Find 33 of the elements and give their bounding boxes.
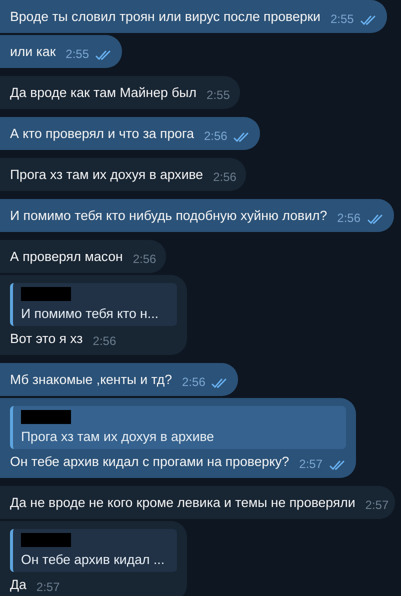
message-time: 2:55 <box>330 11 354 28</box>
redaction-block <box>21 410 71 424</box>
message-time: 2:56 <box>132 251 156 268</box>
message-time: 2:56 <box>204 128 228 145</box>
message-text: Вот это я хз <box>10 330 83 347</box>
quoted-text: Он тебе архив кидал ... <box>21 551 166 568</box>
message-text: И помимо тебя кто нибудь подобную хуйню ловил? <box>10 207 328 224</box>
message-time: 2:56 <box>337 210 361 227</box>
message-time: 2:55 <box>206 87 230 104</box>
message-time: 2:56 <box>92 333 116 350</box>
message-text: Да вроде как там Майнер был <box>10 84 197 101</box>
message-text: А кто проверял и что за прога <box>10 125 194 142</box>
message-text: А проверял масон <box>10 248 123 265</box>
message-text: или как <box>10 43 56 60</box>
quoted-text: И помимо тебя кто н... <box>21 305 160 322</box>
message-time: 2:57 <box>365 497 389 514</box>
message-time: 2:56 <box>182 374 206 391</box>
message-text: Прога хз там их дохуя в архиве <box>10 166 204 183</box>
reply-quote[interactable]: И помимо тебя кто н... <box>10 283 177 326</box>
message-text: Он тебе архив кидал с прогами на проверку? <box>10 453 290 470</box>
message-time: 2:56 <box>213 169 236 186</box>
reply-quote[interactable]: Прога хз там их дохуя в архиве <box>10 406 346 449</box>
reply-quote[interactable]: Он тебе архив кидал ... <box>10 529 177 572</box>
redaction-block <box>21 287 71 301</box>
message-time: 2:57 <box>36 579 60 596</box>
quoted-text: Прога хз там их дохуя в архиве <box>21 428 216 445</box>
message-text: Да <box>10 576 26 593</box>
message-time: 2:55 <box>66 46 89 63</box>
message-text: Да не вроде не кого кроме левика и темы не проверяли <box>10 494 356 511</box>
message-text: Вроде ты словил троян или вирус после проверки <box>10 8 320 25</box>
message-time: 2:57 <box>299 456 322 473</box>
redaction-block <box>21 533 71 547</box>
message-text: Мб знакомые ,кенты и тд? <box>10 371 172 388</box>
